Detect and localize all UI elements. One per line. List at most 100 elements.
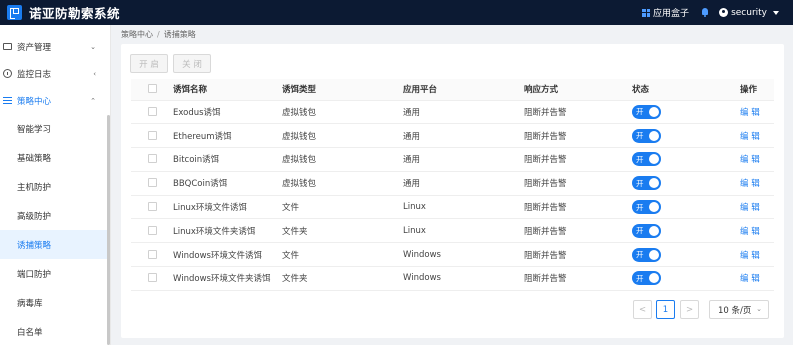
decoy-type-cell: 文件夹	[282, 266, 403, 291]
edit-link[interactable]: 编 辑	[740, 274, 760, 284]
sidebar-group-assets[interactable]: 资产管理 ⌄	[0, 33, 110, 60]
sidebar-group-policy[interactable]: 策略中心 ⌃	[0, 87, 110, 114]
page-1-button[interactable]: 1	[656, 300, 675, 319]
edit-link[interactable]: 编 辑	[740, 132, 760, 142]
sidebar-item-decoy-policy[interactable]: 诱捕策略	[0, 230, 110, 259]
sidebar-item-label: 端口防护	[17, 269, 52, 280]
sidebar-item-basic-policy[interactable]: 基础策略	[0, 143, 110, 172]
edit-link[interactable]: 编 辑	[740, 179, 760, 189]
status-toggle[interactable]: 开	[632, 152, 661, 167]
decoy-name-cell: Linux环境文件诱饵	[173, 195, 282, 220]
row-checkbox[interactable]	[148, 202, 157, 212]
monitor-icon	[3, 43, 12, 50]
status-toggle[interactable]: 开	[632, 200, 661, 215]
status-toggle[interactable]: 开	[632, 247, 661, 262]
sidebar-group-logs[interactable]: 监控日志 ‹	[0, 60, 110, 87]
table-header-row: 诱饵名称 诱饵类型 应用平台 响应方式 状态 操作	[131, 79, 774, 101]
action-cell: 编 辑	[740, 123, 774, 149]
row-checkbox[interactable]	[148, 273, 157, 283]
bell-icon[interactable]	[701, 8, 709, 17]
decoy-name-cell: Exodus诱饵	[173, 100, 282, 125]
action-cell: 编 辑	[740, 195, 774, 220]
table-row: Bitcoin诱饵 虚拟钱包 通用 阻断并告警开 编 辑	[131, 147, 774, 172]
response-cell: 阻断并告警	[524, 171, 632, 196]
row-checkbox[interactable]	[148, 154, 157, 164]
sidebar-item-port-protection[interactable]: 端口防护	[0, 259, 110, 288]
toggle-knob	[649, 154, 659, 165]
decoy-type-cell: 虚拟钱包	[282, 147, 403, 172]
user-menu[interactable]: security	[719, 8, 779, 18]
column-header: 操作	[740, 79, 774, 101]
decoy-name-cell: Windows环境文件诱饵	[173, 242, 282, 268]
status-cell: 开	[632, 100, 740, 125]
toggle-label: 开	[636, 131, 644, 141]
breadcrumb: 策略中心 / 诱捕策略	[121, 29, 196, 40]
edit-link[interactable]: 编 辑	[740, 203, 760, 213]
sidebar-item-smart-learning[interactable]: 智能学习	[0, 114, 110, 143]
app-box-label: 应用盒子	[653, 9, 690, 19]
edit-link[interactable]: 编 辑	[740, 227, 760, 237]
sidebar-item-advanced-protection[interactable]: 高级防护	[0, 201, 110, 230]
sidebar-item-virus-db[interactable]: 病毒库	[0, 288, 110, 317]
response-cell: 阻断并告警	[524, 147, 632, 172]
toggle-label: 开	[636, 226, 644, 236]
prev-page-button[interactable]: <	[633, 300, 652, 319]
info-circle-icon	[3, 69, 12, 78]
app-box-button[interactable]: 应用盒子	[642, 6, 689, 19]
platform-cell: 通用	[403, 123, 524, 149]
sidebar-item-label: 高级防护	[17, 211, 52, 222]
user-icon	[719, 8, 729, 17]
breadcrumb-parent[interactable]: 策略中心	[121, 30, 153, 39]
row-checkbox[interactable]	[148, 106, 157, 116]
next-page-button[interactable]: >	[680, 300, 699, 319]
sidebar-group-label: 策略中心	[17, 96, 52, 107]
status-toggle[interactable]: 开	[632, 176, 661, 191]
status-toggle[interactable]: 开	[632, 223, 661, 238]
status-cell: 开	[632, 171, 740, 196]
toggle-label: 开	[636, 202, 644, 212]
enable-button[interactable]: 开 启	[130, 54, 168, 73]
status-toggle[interactable]: 开	[632, 271, 661, 286]
disable-button[interactable]: 关 闭	[173, 54, 211, 73]
grid-icon	[642, 8, 651, 17]
action-cell: 编 辑	[740, 242, 774, 268]
toggle-knob	[649, 130, 659, 141]
column-header: 诱饵名称	[173, 79, 282, 101]
decoy-type-cell: 虚拟钱包	[282, 171, 403, 196]
status-cell: 开	[632, 218, 740, 244]
edit-link[interactable]: 编 辑	[740, 251, 760, 261]
table-row: Linux环境文件夹诱饵 文件夹 Linux 阻断并告警开 编 辑	[131, 218, 774, 244]
response-cell: 阻断并告警	[524, 100, 632, 125]
decoy-type-cell: 文件夹	[282, 218, 403, 244]
content-panel: 开 启 关 闭 诱饵名称 诱饵类型 应用平台 响应方式 状态 操作 Exodus…	[121, 44, 784, 338]
sidebar-item-host-protection[interactable]: 主机防护	[0, 172, 110, 201]
edit-link[interactable]: 编 辑	[740, 108, 760, 118]
chevron-down-icon: ⌄	[90, 42, 96, 51]
status-toggle[interactable]: 开	[632, 104, 661, 119]
row-checkbox[interactable]	[148, 178, 157, 188]
response-cell: 阻断并告警	[524, 242, 632, 268]
status-toggle[interactable]: 开	[632, 128, 661, 143]
row-checkbox[interactable]	[148, 130, 157, 140]
sidebar-item-whitelist[interactable]: 白名单	[0, 317, 110, 345]
sidebar-scrollbar[interactable]	[107, 115, 110, 345]
decoy-name-cell: Linux环境文件夹诱饵	[173, 218, 282, 244]
action-cell: 编 辑	[740, 266, 774, 291]
table-row: Exodus诱饵 虚拟钱包 通用 阻断并告警开 编 辑	[131, 100, 774, 125]
row-checkbox[interactable]	[148, 225, 157, 235]
decoy-type-cell: 文件	[282, 195, 403, 220]
action-cell: 编 辑	[740, 218, 774, 244]
table-row: Ethereum诱饵 虚拟钱包 通用 阻断并告警开 编 辑	[131, 123, 774, 149]
sidebar-item-label: 病毒库	[17, 298, 43, 309]
toggle-label: 开	[636, 273, 644, 283]
decoy-name-cell: Ethereum诱饵	[173, 123, 282, 149]
sidebar-item-label: 诱捕策略	[17, 240, 52, 251]
decoy-type-cell: 虚拟钱包	[282, 123, 403, 149]
page-size-select[interactable]: 10 条/页 ⌄	[709, 300, 769, 319]
column-header: 应用平台	[403, 79, 524, 101]
toggle-label: 开	[636, 250, 644, 260]
row-checkbox[interactable]	[148, 249, 157, 259]
platform-cell: 通用	[403, 171, 524, 196]
edit-link[interactable]: 编 辑	[740, 155, 760, 165]
select-all-checkbox[interactable]	[148, 84, 157, 94]
